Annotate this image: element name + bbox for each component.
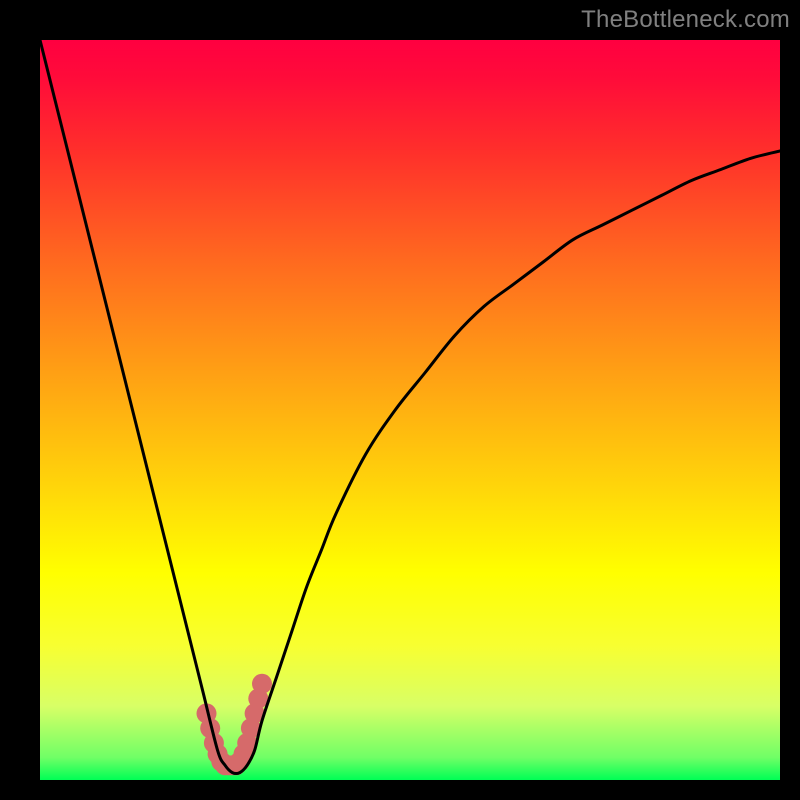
bottom-dot [252, 674, 272, 694]
chart-frame: TheBottleneck.com [0, 0, 800, 800]
bottleneck-chart [40, 40, 780, 780]
plot-area [40, 40, 780, 780]
gradient-background [40, 40, 780, 780]
watermark-text: TheBottleneck.com [581, 6, 790, 34]
